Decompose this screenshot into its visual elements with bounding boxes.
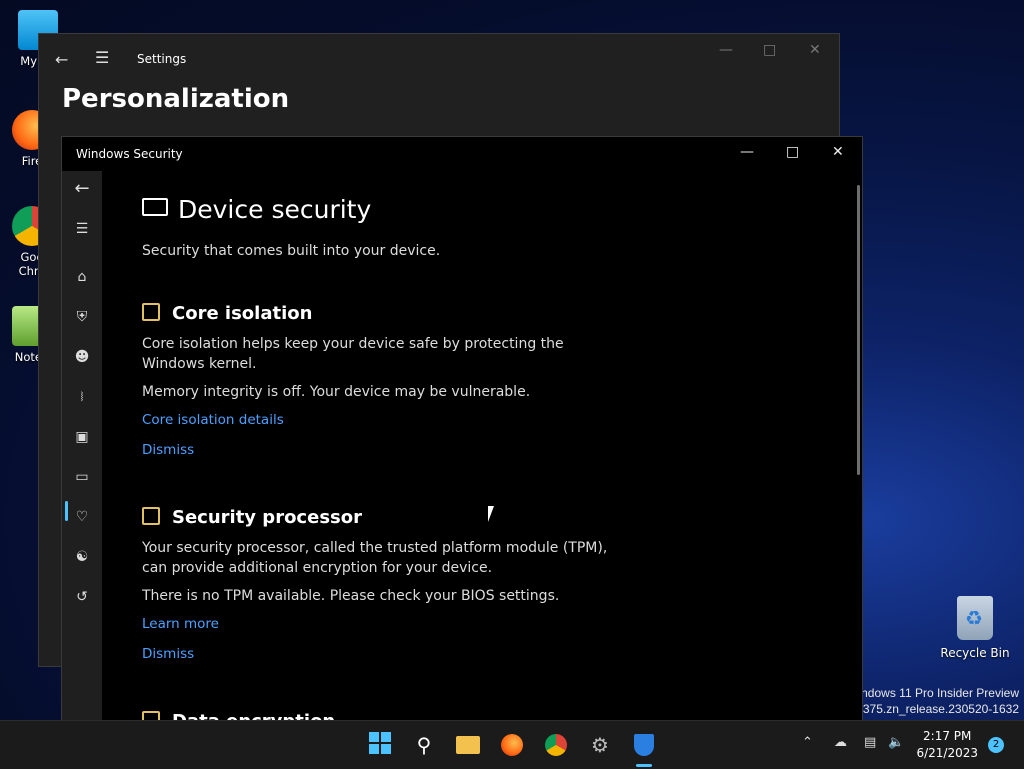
settings-titlebar[interactable]: ← ☰ Settings — □ ✕ <box>39 34 839 82</box>
section-title-text: Core isolation <box>172 303 313 324</box>
network-icon[interactable]: ⧘ <box>72 387 92 407</box>
firefox-icon[interactable] <box>498 731 526 759</box>
settings-gear-icon[interactable]: ⚙ <box>586 731 614 759</box>
wsec-titlebar[interactable]: Windows Security — □ ✕ <box>62 137 862 171</box>
section-status: There is no TPM available. Please check … <box>142 588 560 604</box>
chip-icon <box>142 507 160 525</box>
history-icon[interactable]: ↺ <box>72 587 92 607</box>
learn-more-link[interactable]: Learn more <box>142 616 622 632</box>
watermark-line: indows 11 Pro Insider Preview <box>858 686 1019 700</box>
recycle-bin-icon <box>957 596 993 640</box>
clock[interactable]: 2:17 PM 6/21/2023 <box>916 728 978 762</box>
recycle-bin-label: Recycle Bin <box>940 646 1010 660</box>
settings-app-title: Settings <box>137 52 187 66</box>
page-title: Device security <box>178 195 372 224</box>
home-icon[interactable]: ⌂ <box>72 267 92 287</box>
section-description: Core isolation helps keep your device sa… <box>142 336 564 372</box>
clock-date: 6/21/2023 <box>916 746 978 760</box>
volume-icon[interactable]: 🔈 <box>888 735 904 750</box>
scrollbar[interactable] <box>857 185 860 475</box>
dismiss-link[interactable]: Dismiss <box>142 646 622 662</box>
chevron-up-icon[interactable]: ⌃ <box>802 735 813 750</box>
core-isolation-icon <box>142 303 160 321</box>
windows-security-window[interactable]: Windows Security — □ ✕ ← ☰ ⌂ ⛨ ☻ ⧘ ▣ ▭ ♡… <box>61 136 863 722</box>
navigation-rail: ← ☰ ⌂ ⛨ ☻ ⧘ ▣ ▭ ♡ ☯ ↺ <box>62 171 102 721</box>
heart-pulse-icon[interactable]: ♡ <box>72 507 92 527</box>
back-arrow-icon[interactable]: ← <box>55 50 68 69</box>
section-core-isolation: Core isolation Core isolation helps keep… <box>142 303 622 458</box>
section-title: Core isolation <box>142 303 622 324</box>
laptop-icon <box>142 198 168 216</box>
minimize-icon[interactable]: — <box>719 42 733 58</box>
app-browser-icon[interactable]: ▣ <box>72 427 92 447</box>
section-title-text: Security processor <box>172 507 362 528</box>
close-icon[interactable]: ✕ <box>832 144 844 160</box>
hamburger-menu-icon[interactable]: ☰ <box>95 48 109 67</box>
maximize-icon[interactable]: □ <box>786 144 799 160</box>
chrome-icon[interactable] <box>542 731 570 759</box>
section-description: Your security processor, called the trus… <box>142 540 608 576</box>
desktop-icon-recycle-bin[interactable]: Recycle Bin <box>940 596 1010 660</box>
close-icon[interactable]: ✕ <box>809 42 821 58</box>
watermark-line: 25375.zn_release.230520-1632 <box>849 702 1019 716</box>
nav-selection-indicator <box>65 501 68 521</box>
taskbar: ⚲ ⚙ ⌃ ☁ ▤ 🔈 2:17 PM 6/21/2023 2 <box>0 720 1024 769</box>
dismiss-link[interactable]: Dismiss <box>142 442 622 458</box>
notification-badge[interactable]: 2 <box>988 737 1004 753</box>
clock-time: 2:17 PM <box>923 729 972 743</box>
minimize-icon[interactable]: — <box>740 144 754 160</box>
section-title: Security processor <box>142 507 622 528</box>
start-button[interactable] <box>366 731 394 759</box>
mouse-cursor-icon <box>488 506 500 522</box>
main-content: Device security Security that comes buil… <box>142 171 842 721</box>
windows-logo-icon <box>369 732 391 754</box>
section-security-processor: Security processor Your security process… <box>142 507 622 662</box>
account-icon[interactable]: ☻ <box>72 347 92 367</box>
windows-security-taskbar-icon[interactable] <box>630 731 658 767</box>
core-isolation-details-link[interactable]: Core isolation details <box>142 412 622 428</box>
wsec-app-title: Windows Security <box>76 147 183 161</box>
page-subtitle: Security that comes built into your devi… <box>142 243 441 259</box>
network-icon[interactable]: ▤ <box>864 735 876 750</box>
settings-page-title: Personalization <box>62 84 290 114</box>
section-status: Memory integrity is off. Your device may… <box>142 384 531 400</box>
back-arrow-icon[interactable]: ← <box>72 179 92 199</box>
shield-icon[interactable]: ⛨ <box>72 307 92 327</box>
search-icon[interactable]: ⚲ <box>410 731 438 759</box>
file-explorer-icon[interactable] <box>454 731 482 759</box>
laptop-icon[interactable]: ▭ <box>72 467 92 487</box>
hamburger-menu-icon[interactable]: ☰ <box>72 219 92 239</box>
family-icon[interactable]: ☯ <box>72 547 92 567</box>
os-watermark: indows 11 Pro Insider Preview 25375.zn_r… <box>850 685 1019 717</box>
maximize-icon[interactable]: □ <box>763 42 776 58</box>
page-heading: Device security <box>142 195 371 224</box>
cloud-offline-icon[interactable]: ☁ <box>834 735 847 750</box>
